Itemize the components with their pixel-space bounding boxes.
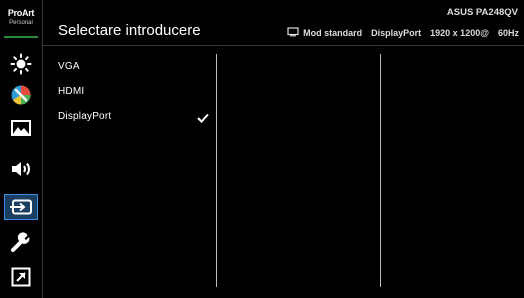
input-select-icon [10,199,32,215]
sidebar-item-brightness[interactable] [4,52,38,76]
column-divider [380,54,381,287]
sidebar-item-color[interactable] [4,83,38,107]
menu-item-vga[interactable]: VGA [58,61,208,72]
status-bar: Mod standard DisplayPort 1920 x 1200@ 60… [287,27,519,39]
sidebar-item-sound[interactable] [4,157,38,181]
menu-item-displayport[interactable]: DisplayPort [58,111,208,122]
proart-logo: ProArt Personal [4,6,38,38]
sidebar-item-shortcut[interactable] [4,265,38,289]
refresh-text: 60Hz [497,28,519,38]
sound-icon [12,162,30,176]
menu-item-hdmi[interactable]: HDMI [58,86,208,97]
sidebar-item-image[interactable] [4,116,38,140]
mode-text: Mod standard [303,28,363,38]
color-icon [11,85,31,105]
header: Selectare introducere ASUS PA248QV Mod s… [43,0,524,46]
image-icon [11,120,31,136]
system-setup-icon [11,232,30,252]
checkmark-icon [197,110,209,128]
shortcut-icon [11,267,31,287]
page-title: Selectare introducere [58,22,201,39]
sidebar-item-input-select[interactable] [4,194,38,220]
brightness-icon [10,53,32,75]
sidebar: ProArt Personal [0,0,43,298]
sidebar-item-system-setup[interactable] [4,230,38,254]
resolution-text: 1920 x 1200@ [430,28,489,38]
monitor-icon [287,27,299,39]
logo-line2: Personal [9,20,33,26]
model-name: ASUS PA248QV [446,7,518,18]
input-text: DisplayPort [371,28,422,38]
column-divider [216,54,217,287]
logo-line1: ProArt [7,8,35,18]
